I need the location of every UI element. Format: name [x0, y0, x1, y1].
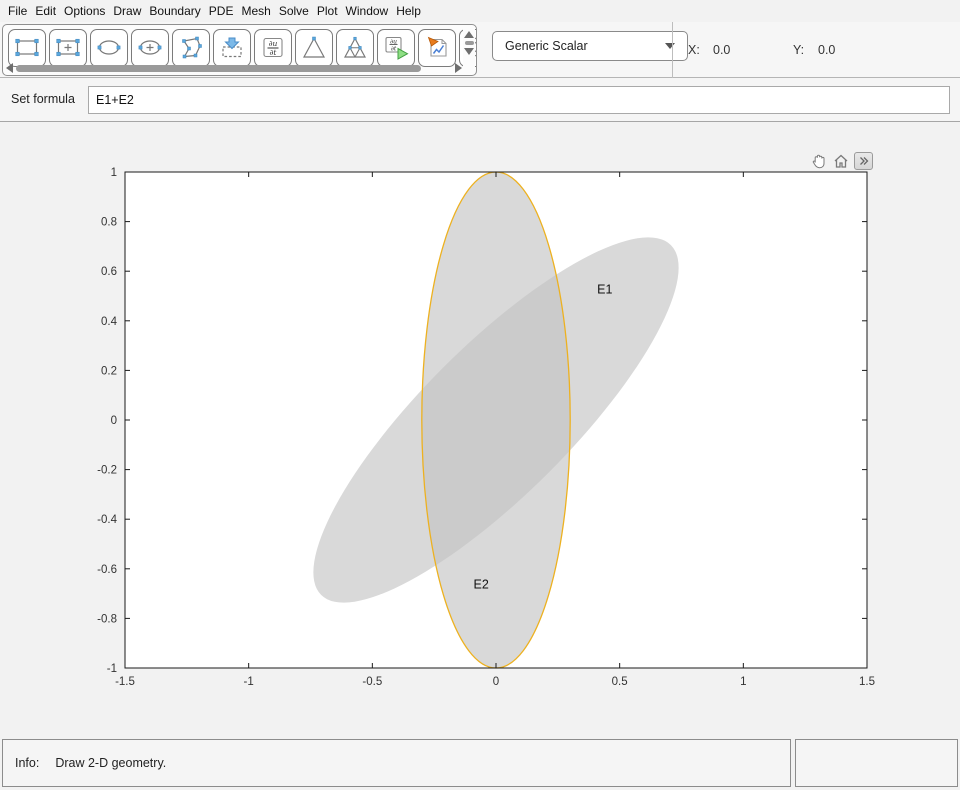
status-side-panel [795, 739, 958, 787]
x-coordinate-value: 0.0 [713, 43, 730, 57]
y-tick-label: -0.8 [97, 613, 117, 625]
boundary-arrow-icon [217, 33, 247, 63]
header-separator [672, 22, 673, 78]
solve-pde-icon: ∂u ∂t [381, 33, 411, 63]
plot-area: -1.5-1-0.500.511.5-1-0.8-0.6-0.4-0.200.2… [0, 122, 960, 738]
menu-item-options[interactable]: Options [60, 4, 109, 18]
pde-modeler-window: File Edit Options Draw Boundary PDE Mesh… [0, 0, 960, 790]
menu-item-plot[interactable]: Plot [313, 4, 342, 18]
pde-type-dropdown[interactable]: Generic Scalar [492, 31, 688, 61]
more-tools-button[interactable] [854, 152, 873, 170]
rectangle-icon [12, 33, 42, 63]
hscrollbar-thumb[interactable] [16, 65, 421, 72]
y-coordinate-label: Y: [793, 43, 804, 57]
hscrollbar-track[interactable] [16, 64, 452, 73]
menu-bar: File Edit Options Draw Boundary PDE Mesh… [0, 0, 960, 22]
menu-item-edit[interactable]: Edit [31, 4, 60, 18]
pde-type-value: Generic Scalar [505, 39, 665, 53]
menu-item-draw[interactable]: Draw [109, 4, 145, 18]
x-tick-label: 0 [493, 676, 499, 688]
plot-nav-toolbar [810, 152, 873, 170]
draw-rectangle-centered-button[interactable] [49, 29, 87, 67]
ellipse-icon [94, 33, 124, 63]
x-tick-label: 1.5 [859, 676, 875, 688]
y-tick-label: -0.6 [97, 564, 117, 576]
x-tick-label: -1.5 [115, 676, 135, 688]
rectangle-centered-icon [53, 33, 83, 63]
y-tick-label: 0.4 [101, 316, 118, 328]
status-bar: Info: Draw 2-D geometry. [2, 739, 791, 787]
pde-coefficients-icon: ∂u ∂t [258, 33, 288, 63]
svg-text:∂u: ∂u [269, 39, 278, 48]
scroll-right-arrow-icon[interactable] [455, 63, 462, 73]
pde-specification-button[interactable]: ∂u ∂t [254, 29, 292, 67]
refine-mesh-icon [340, 33, 370, 63]
y-tick-label: -0.2 [97, 465, 117, 477]
y-tick-label: -1 [107, 663, 117, 675]
double-chevron-icon [858, 155, 870, 167]
solve-pde-button[interactable]: ∂u ∂t [377, 29, 415, 67]
shape-name-label-e2: E2 [474, 578, 489, 592]
initialize-mesh-button[interactable] [295, 29, 333, 67]
menu-item-window[interactable]: Window [342, 4, 393, 18]
polygon-icon [176, 33, 206, 63]
scroll-up-arrow-icon[interactable] [464, 31, 474, 38]
vscrollbar-thumb[interactable] [465, 41, 474, 45]
draw-ellipse-button[interactable] [90, 29, 128, 67]
geometry-canvas[interactable]: -1.5-1-0.500.511.5-1-0.8-0.6-0.4-0.200.2… [0, 122, 960, 738]
y-tick-label: 0.2 [101, 365, 117, 377]
toolbar-buttons: ∂u ∂t [8, 29, 477, 67]
refine-mesh-button[interactable] [336, 29, 374, 67]
menu-item-boundary[interactable]: Boundary [145, 4, 204, 18]
set-formula-label: Set formula [11, 92, 75, 106]
svg-text:∂t: ∂t [270, 48, 278, 57]
shape-name-label-e1: E1 [597, 283, 612, 297]
boundary-mode-button[interactable] [213, 29, 251, 67]
plot-solution-button[interactable] [418, 29, 456, 67]
draw-polygon-button[interactable] [172, 29, 210, 67]
formula-bar: Set formula [0, 78, 960, 122]
plot-solution-icon [422, 33, 452, 63]
ellipse-centered-icon [135, 33, 165, 63]
chevron-down-icon [665, 43, 675, 49]
menu-item-pde[interactable]: PDE [205, 4, 238, 18]
toolbar-horizontal-scrollbar [6, 63, 462, 73]
y-tick-label: 0.6 [101, 266, 117, 278]
draw-rectangle-button[interactable] [8, 29, 46, 67]
status-message: Draw 2-D geometry. [55, 756, 166, 770]
x-tick-label: -0.5 [362, 676, 382, 688]
set-formula-input[interactable] [88, 86, 950, 114]
draw-ellipse-centered-button[interactable] [131, 29, 169, 67]
svg-text:∂t: ∂t [391, 45, 397, 52]
menu-item-mesh[interactable]: Mesh [237, 4, 274, 18]
toolbar-vertical-scrollbar [463, 28, 475, 68]
menu-item-solve[interactable]: Solve [275, 4, 313, 18]
y-tick-label: -0.4 [97, 514, 117, 526]
scroll-down-arrow-icon[interactable] [464, 48, 474, 55]
menu-item-help[interactable]: Help [392, 4, 425, 18]
toolbar-strip: ∂u ∂t [0, 22, 960, 78]
status-info-label: Info: [15, 756, 39, 770]
x-tick-label: -1 [244, 676, 254, 688]
menu-item-file[interactable]: File [4, 4, 31, 18]
scroll-left-arrow-icon[interactable] [6, 63, 13, 73]
x-tick-label: 0.5 [612, 676, 628, 688]
x-coordinate-label: X: [688, 43, 700, 57]
y-tick-label: 1 [111, 167, 117, 179]
y-tick-label: 0 [111, 415, 117, 427]
pan-hand-icon[interactable] [810, 152, 828, 170]
y-coordinate-value: 0.0 [818, 43, 835, 57]
x-tick-label: 1 [740, 676, 746, 688]
y-tick-label: 0.8 [101, 217, 117, 229]
mesh-triangle-icon [299, 33, 329, 63]
toolbar-panel: ∂u ∂t [2, 24, 477, 76]
home-icon[interactable] [832, 152, 850, 170]
